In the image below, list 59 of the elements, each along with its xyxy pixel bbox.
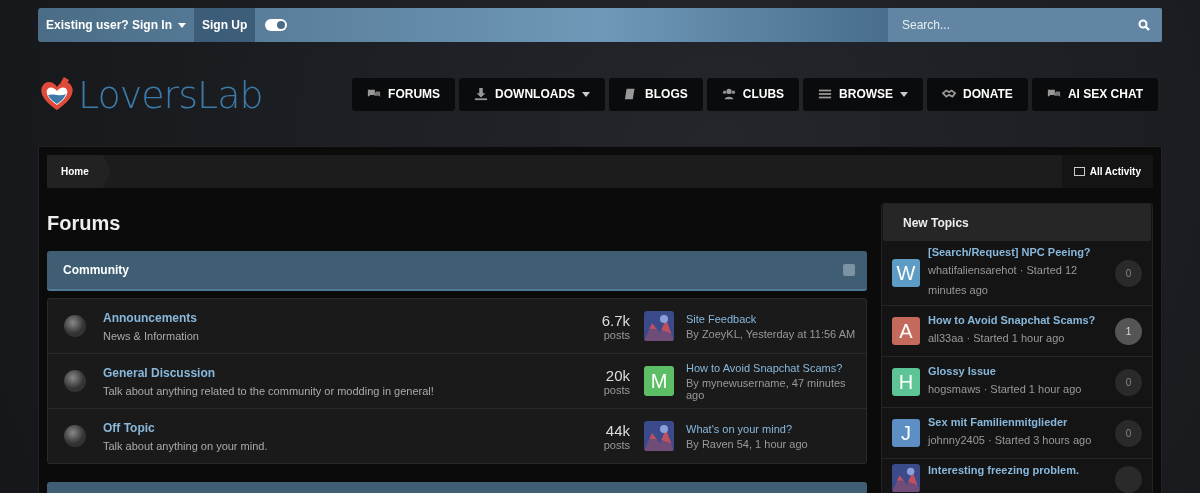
forum-link[interactable]: General Discussion <box>103 365 216 380</box>
last-post-link[interactable]: How to Avoid Snapchat Scams? <box>686 361 843 374</box>
last-post-link[interactable]: What's on your mind? <box>686 422 793 435</box>
post-count-label: posts <box>603 328 630 341</box>
forum-status-icon <box>64 370 86 392</box>
topic-link[interactable]: [Search/Request] NPC Peeing? <box>928 246 1091 258</box>
post-count: 20k <box>605 366 630 384</box>
breadcrumb-link[interactable]: Home <box>47 155 111 188</box>
all-activity-link[interactable]: All Activity <box>1061 155 1153 188</box>
nav-button[interactable]: BROWSE <box>803 77 924 111</box>
forum-description: Talk about anything related to the community or modding in general! <box>103 384 435 397</box>
letter-avatar[interactable]: A <box>892 317 920 345</box>
search-icon <box>1138 19 1150 31</box>
category-title: Community <box>63 263 129 277</box>
nav-icon <box>474 87 489 101</box>
page-title: Forums <box>47 212 122 235</box>
reply-count: 0 <box>1115 259 1142 287</box>
sign-in-button[interactable]: Existing user? Sign In <box>38 8 195 42</box>
nav-button[interactable]: DONATE <box>927 77 1028 111</box>
sidebar-title: New Topics <box>883 204 1151 241</box>
topic-meta: hogsmaws · Started 1 hour ago <box>928 382 1083 397</box>
caret-icon <box>900 91 909 97</box>
post-count-label: posts <box>603 383 630 396</box>
nav-button[interactable]: FORUMS <box>352 77 456 111</box>
forum-description: Talk about anything on your mind. <box>103 439 269 452</box>
topic-meta: all33aa · Started 1 hour ago <box>928 331 1066 346</box>
nav-button[interactable]: AI SEX CHAT <box>1031 77 1158 111</box>
last-post-byline: By mynewusername, 47 minutes ago <box>686 376 847 401</box>
post-count: 6.7k <box>601 311 630 329</box>
post-count-label: posts <box>603 438 630 451</box>
forum-link[interactable]: Announcements <box>103 310 197 325</box>
reply-count: 1 <box>1115 317 1142 345</box>
last-post-byline: By ZoeyKL, Yesterday at 11:56 AM <box>686 327 856 340</box>
reply-count: 0 <box>1115 368 1142 396</box>
nav-icon <box>721 87 736 101</box>
nav-button[interactable]: DOWNLOADS <box>459 77 606 111</box>
forum-link[interactable]: Off Topic <box>103 420 155 435</box>
last-post-byline: By Raven 54, 1 hour ago <box>686 437 808 450</box>
forum-status-icon <box>64 425 86 447</box>
topic-meta: whatifaliensarehot · Started 12 minutes ago <box>928 263 1079 298</box>
nav-icon <box>942 87 957 101</box>
forum-status-icon <box>64 315 86 337</box>
topic-link[interactable]: How to Avoid Snapchat Scams? <box>928 314 1096 326</box>
theme-toggle[interactable] <box>265 19 288 31</box>
nav-icon <box>818 87 833 101</box>
sign-up-button[interactable]: Sign Up <box>194 8 256 42</box>
nav-button[interactable]: BLOGS <box>609 77 703 111</box>
topic-link[interactable]: Interesting freezing problem. <box>928 464 1079 476</box>
topic-link[interactable]: Sex mit Familienmitglieder <box>928 416 1068 428</box>
logo-text[interactable]: LoversLab <box>78 76 263 114</box>
post-count: 44k <box>605 421 630 439</box>
caret-icon <box>582 91 591 97</box>
forum-description: News & Information <box>103 329 200 342</box>
caret-icon <box>178 22 187 28</box>
reply-count: 0 <box>1115 419 1142 447</box>
nav-button[interactable]: CLUBS <box>706 77 800 111</box>
topic-meta: johnny2405 · Started 3 hours ago <box>928 433 1093 448</box>
last-post-link[interactable]: Site Feedback <box>686 312 757 325</box>
topic-link[interactable]: Glossy Issue <box>928 365 996 377</box>
